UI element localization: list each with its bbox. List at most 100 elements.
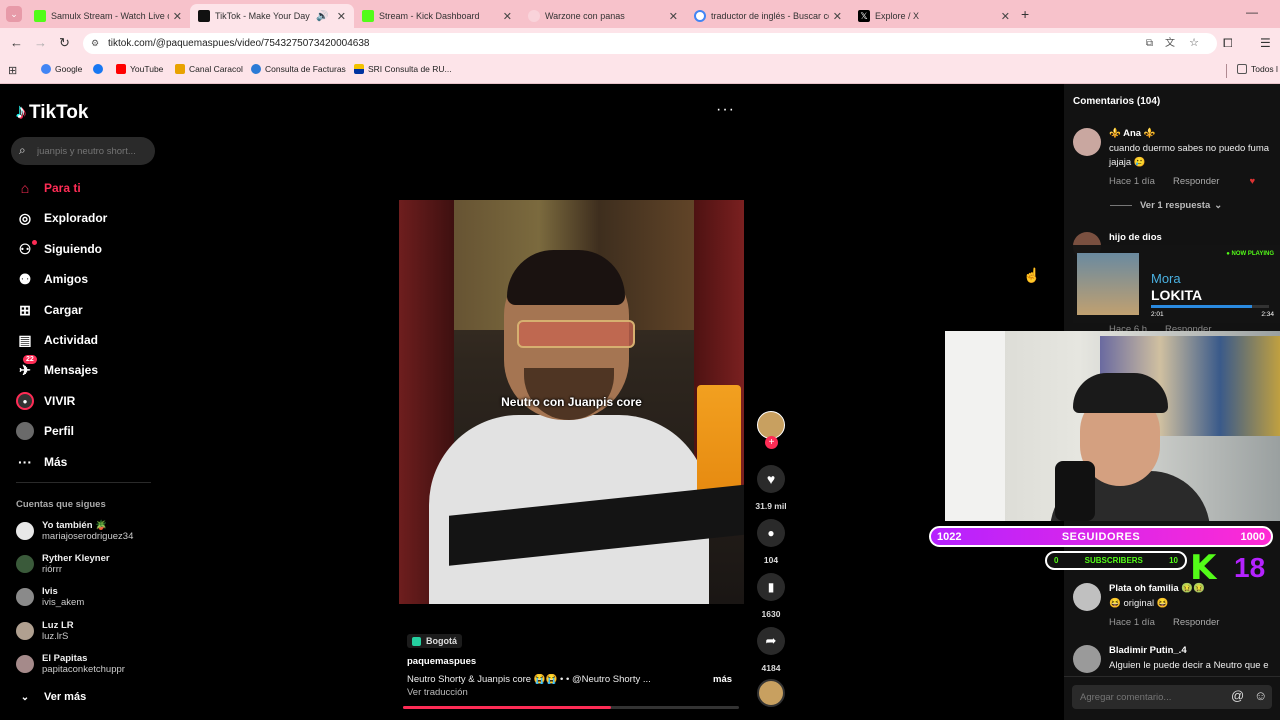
nav-perfil[interactable]: Perfil [16, 422, 74, 440]
speaker-icon[interactable]: 🔊 [316, 11, 328, 22]
browser-tab-active[interactable]: TikTok - Make Your Day 🔊 ✕ [190, 4, 354, 28]
nav-actividad[interactable]: ▤ Actividad [16, 331, 98, 349]
subs-current: 0 [1054, 556, 1059, 565]
nav-amigos[interactable]: ⚉ Amigos [16, 270, 88, 288]
minimize-icon[interactable]: — [1246, 6, 1258, 18]
nav-cargar[interactable]: ⊞ Cargar [16, 301, 83, 319]
tiktok-favicon-icon [198, 10, 210, 22]
site-info-icon[interactable]: ⚙ [91, 33, 99, 54]
location-tag[interactable]: Bogotá [407, 634, 462, 648]
save-count: 1630 [761, 609, 781, 619]
avatar[interactable] [1073, 645, 1101, 673]
close-tab-icon[interactable]: ✕ [1001, 10, 1010, 23]
page-favicon-icon [528, 10, 540, 22]
video-author[interactable]: paquemaspues [407, 656, 476, 667]
reply-button[interactable]: Responder [1173, 176, 1219, 187]
location-pin-icon [412, 636, 421, 646]
close-tab-icon[interactable]: ✕ [669, 10, 678, 23]
browser-tab[interactable]: Warzone con panas ✕ [520, 4, 686, 28]
followed-account[interactable]: El Papitas papitaconketchuppr [16, 653, 125, 675]
side-panel-icon[interactable]: ☰ [1260, 37, 1271, 49]
bookmark-caracol[interactable]: Canal Caracol [175, 64, 243, 74]
close-tab-icon[interactable]: ✕ [337, 10, 346, 23]
comment-text: cuando duermo sabes no puedo fuma [1109, 143, 1270, 154]
bookmark-facebook[interactable] [93, 64, 107, 74]
door [945, 331, 1005, 521]
video-caption-overlay: Neutro con Juanpis core [501, 395, 642, 409]
extensions-icon[interactable]: ⧠ [1223, 37, 1233, 49]
close-tab-icon[interactable]: ✕ [833, 10, 842, 23]
song-elapsed: 2:01 [1151, 311, 1164, 318]
bookmark-star-icon[interactable]: ☆ [1189, 33, 1199, 54]
forward-icon[interactable]: → [34, 36, 47, 49]
emoji-icon[interactable]: ☺ [1254, 688, 1267, 703]
like-icon[interactable]: ♥ [1249, 176, 1255, 187]
bookmark-youtube[interactable]: YouTube [116, 64, 163, 74]
reply-button[interactable]: Responder [1173, 617, 1219, 628]
like-button[interactable]: ♥ [757, 465, 785, 493]
url-bar[interactable]: ⚙ tiktok.com/@paquemaspues/video/7543275… [83, 33, 1217, 54]
followed-account[interactable]: Yo también 🪴 mariajoserodriguez34 [16, 520, 133, 542]
search-box[interactable]: ⌕ [11, 137, 155, 165]
save-button[interactable]: ▮ [757, 573, 785, 601]
follow-plus-icon[interactable]: + [765, 436, 778, 449]
close-tab-icon[interactable]: ✕ [173, 10, 182, 23]
url-text: tiktok.com/@paquemaspues/video/754327507… [108, 38, 370, 49]
mention-icon[interactable]: @ [1231, 688, 1244, 703]
reload-icon[interactable]: ↻ [59, 36, 70, 49]
bookmark-google[interactable]: Google [41, 64, 82, 74]
nav-para-ti[interactable]: ⌂ Para ti [16, 179, 81, 197]
avatar[interactable] [1073, 583, 1101, 611]
comment-icon: ● [767, 526, 775, 540]
comment-meta: Hace 1 día Responder ♥ [1109, 176, 1256, 187]
browser-tab[interactable]: Samulx Stream - Watch Live on ✕ [26, 4, 190, 28]
translate-link[interactable]: Ver traducción [407, 687, 468, 698]
close-tab-icon[interactable]: ✕ [503, 10, 512, 23]
share-button[interactable]: ➦ [757, 627, 785, 655]
see-more-button[interactable]: ⌄ Ver más [16, 688, 86, 706]
view-replies-button[interactable]: Ver 1 respuesta ⌄ [1110, 200, 1222, 211]
translate-icon[interactable]: 文 [1165, 33, 1175, 54]
bookmark-facturas[interactable]: Consulta de Facturas [251, 64, 346, 74]
browser-tab[interactable]: 𝕏 Explore / X ✕ [850, 4, 1018, 28]
apps-grid-icon[interactable]: ⊞ [8, 65, 17, 77]
nav-explorador[interactable]: ◎ Explorador [16, 209, 107, 227]
install-icon[interactable]: ⧉ [1146, 33, 1153, 54]
webcam-overlay [945, 331, 1280, 521]
avatar[interactable] [1073, 128, 1101, 156]
more-link[interactable]: más [713, 674, 732, 685]
video-options-icon[interactable]: ··· [716, 101, 735, 119]
author-avatar[interactable] [757, 411, 785, 439]
nav-siguiendo[interactable]: ⚇ Siguiendo [16, 240, 102, 258]
comment-item: ⚜️ Ana ⚜️ cuando duermo sabes no puedo f… [1073, 128, 1269, 187]
comments-title: Comentarios (104) [1073, 96, 1161, 107]
all-bookmarks[interactable]: Todos l [1237, 64, 1278, 74]
new-tab-button[interactable]: + [1021, 7, 1029, 21]
video-progress-track[interactable] [403, 706, 739, 709]
music-disc-avatar[interactable] [757, 679, 785, 707]
browser-tab[interactable]: Stream - Kick Dashboard ✕ [354, 4, 520, 28]
comment-button[interactable]: ● [757, 519, 785, 547]
caracol-icon [175, 64, 185, 74]
comment-count: 104 [763, 555, 779, 565]
tiktok-logo[interactable]: ♪ TikTok [16, 101, 88, 124]
profile-icon [16, 422, 34, 440]
comment-user[interactable]: ⚜️ Ana ⚜️ [1109, 128, 1269, 139]
search-input[interactable] [37, 142, 149, 160]
nav-mensajes[interactable]: ✈ Mensajes 22 [16, 355, 98, 379]
followed-account[interactable]: Luz LR luz.lrS [16, 620, 74, 642]
nav-vivir[interactable]: ● VIVIR [16, 392, 75, 410]
comment-user[interactable]: Bladimir Putin_.4 [1109, 645, 1269, 656]
chevron-down-icon: ⌄ [1214, 200, 1223, 211]
video-player[interactable]: Neutro con Juanpis core [399, 200, 744, 604]
avatar [16, 522, 34, 540]
tab-search-icon[interactable]: ⌄ [6, 6, 22, 22]
bookmark-sri[interactable]: SRI Consulta de RU... [354, 64, 452, 74]
followed-account[interactable]: Ryther Kleyner riórrr [16, 553, 110, 575]
comment-input-bar: @ ☺ [1064, 676, 1280, 720]
browser-tab[interactable]: traductor de inglés - Buscar co ✕ [686, 4, 850, 28]
back-icon[interactable]: ← [10, 36, 23, 49]
nav-mas[interactable]: ··· Más [16, 453, 67, 471]
followed-account[interactable]: Ivis ivis_akem [16, 586, 84, 608]
comment-user[interactable]: hijo de dios [1109, 232, 1162, 243]
